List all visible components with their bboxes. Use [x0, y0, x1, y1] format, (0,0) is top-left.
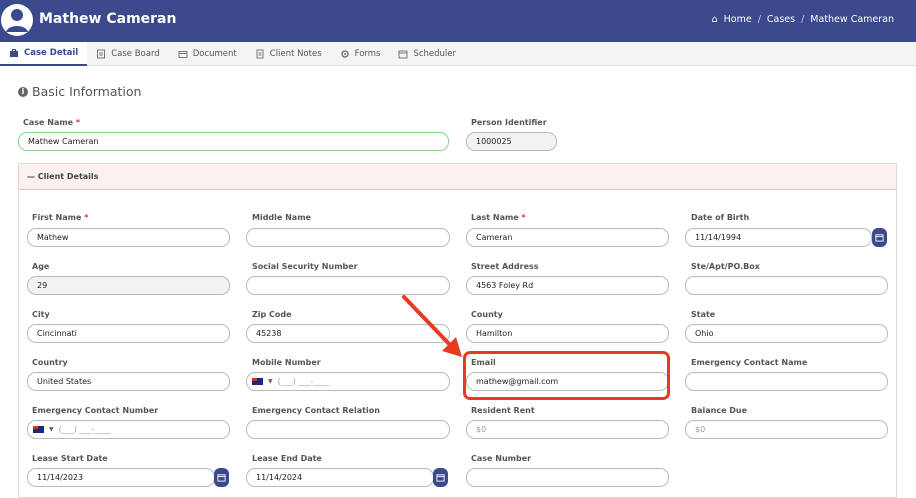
- emergency-contact-relation-label: Emergency Contact Relation: [252, 406, 380, 415]
- date-of-birth-calendar-button[interactable]: [872, 228, 887, 247]
- tab-scheduler[interactable]: Scheduler: [389, 42, 465, 66]
- annotation-arrow-icon: [402, 295, 462, 357]
- emergency-contact-number-input[interactable]: ▼ (___) ___-____: [27, 420, 230, 439]
- emergency-contact-name-input[interactable]: [685, 372, 888, 391]
- country-flag-icon[interactable]: [252, 378, 263, 385]
- mobile-number-label: Mobile Number: [252, 358, 321, 367]
- breadcrumb-cases[interactable]: Cases: [767, 14, 795, 25]
- tab-label: Scheduler: [413, 49, 457, 59]
- breadcrumb-separator: /: [801, 14, 805, 25]
- county-input[interactable]: Hamilton: [466, 324, 669, 343]
- tab-case-board[interactable]: Case Board: [87, 42, 169, 66]
- street-address-input[interactable]: 4563 Foley Rd: [466, 276, 669, 295]
- case-name-input[interactable]: Mathew Cameran: [18, 132, 449, 151]
- tab-document[interactable]: Document: [169, 42, 246, 66]
- lease-start-calendar-button[interactable]: [214, 468, 229, 487]
- calendar-icon: [217, 474, 226, 482]
- tab-client-notes[interactable]: Client Notes: [246, 42, 331, 66]
- client-details-title: — Client Details: [27, 172, 99, 181]
- tab-label: Document: [192, 49, 237, 59]
- case-tabs: Case Detail Case Board Document Client N…: [0, 42, 916, 66]
- apt-input[interactable]: [685, 276, 888, 295]
- section-title-basic-information: i Basic Information: [18, 84, 141, 99]
- apt-label: Ste/Apt/PO.Box: [691, 262, 760, 271]
- balance-due-input[interactable]: $0: [685, 420, 888, 439]
- city-input[interactable]: Cincinnati: [27, 324, 230, 343]
- case-name-label: Case Name *: [23, 118, 81, 127]
- user-avatar-icon[interactable]: [0, 0, 34, 40]
- email-highlight-box: [463, 351, 670, 400]
- lease-end-date-input[interactable]: 11/14/2024: [246, 468, 434, 487]
- tab-label: Case Board: [111, 49, 160, 59]
- calendar-icon: [436, 474, 445, 482]
- info-icon: i: [18, 86, 28, 97]
- middle-name-label: Middle Name: [252, 213, 311, 222]
- page-title: Mathew Cameran: [39, 11, 177, 27]
- lease-start-date-label: Lease Start Date: [32, 454, 108, 463]
- breadcrumb: ⌂ Home / Cases / Mathew Cameran: [712, 14, 894, 25]
- balance-due-placeholder: $0: [695, 425, 706, 434]
- date-of-birth-input[interactable]: 11/14/1994: [685, 228, 872, 247]
- state-label: State: [691, 310, 716, 319]
- case-number-input[interactable]: [466, 468, 669, 487]
- resident-rent-label: Resident Rent: [471, 406, 535, 415]
- last-name-label: Last Name *: [471, 213, 526, 222]
- lease-end-calendar-button[interactable]: [433, 468, 448, 487]
- forms-icon: [340, 50, 349, 58]
- first-name-label: First Name *: [32, 213, 89, 222]
- calendar-icon: [875, 234, 884, 242]
- briefcase-icon: [10, 49, 18, 57]
- section-title-text: Basic Information: [32, 84, 142, 99]
- person-identifier-input: 1000025: [466, 132, 557, 151]
- emergency-contact-relation-input[interactable]: [246, 420, 450, 439]
- country-input[interactable]: United States: [27, 372, 230, 391]
- breadcrumb-separator: /: [757, 14, 761, 25]
- board-icon: [97, 49, 106, 59]
- tab-label: Forms: [354, 49, 381, 59]
- home-icon[interactable]: ⌂: [712, 14, 718, 25]
- folder-icon: [178, 51, 188, 58]
- notes-icon: [256, 49, 264, 59]
- country-label: Country: [32, 358, 68, 367]
- calendar-icon: [398, 50, 408, 59]
- middle-name-input[interactable]: [246, 228, 450, 247]
- zip-code-label: Zip Code: [252, 310, 292, 319]
- breadcrumb-current: Mathew Cameran: [810, 14, 894, 25]
- emergency-contact-name-label: Emergency Contact Name: [691, 358, 808, 367]
- breadcrumb-home[interactable]: Home: [724, 14, 752, 25]
- tab-label: Case Detail: [24, 48, 79, 58]
- tab-label: Client Notes: [269, 49, 322, 59]
- first-name-input[interactable]: Mathew: [27, 228, 230, 247]
- client-details-header[interactable]: — Client Details: [18, 163, 897, 190]
- street-address-label: Street Address: [471, 262, 539, 271]
- emergency-contact-number-label: Emergency Contact Number: [32, 406, 159, 415]
- lease-end-date-label: Lease End Date: [252, 454, 322, 463]
- date-of-birth-label: Date of Birth: [691, 213, 750, 222]
- chevron-down-icon[interactable]: ▼: [268, 378, 273, 385]
- emergency-number-placeholder: (___) ___-____: [58, 425, 111, 434]
- county-label: County: [471, 310, 503, 319]
- top-navbar: Mathew Cameran ⌂ Home / Cases / Mathew C…: [0, 0, 916, 42]
- person-identifier-label: Person Identifier: [471, 118, 547, 127]
- case-number-label: Case Number: [471, 454, 532, 463]
- city-label: City: [32, 310, 50, 319]
- mobile-number-placeholder: (___) ___-____: [277, 377, 330, 386]
- resident-rent-placeholder: $0: [476, 425, 487, 434]
- state-input[interactable]: Ohio: [685, 324, 888, 343]
- resident-rent-input[interactable]: $0: [466, 420, 669, 439]
- age-label: Age: [32, 262, 50, 271]
- lease-start-date-input[interactable]: 11/14/2023: [27, 468, 215, 487]
- tab-case-detail[interactable]: Case Detail: [0, 42, 88, 66]
- last-name-input[interactable]: Cameran: [466, 228, 669, 247]
- chevron-down-icon[interactable]: ▼: [49, 426, 54, 433]
- tab-forms[interactable]: Forms: [331, 42, 390, 66]
- balance-due-label: Balance Due: [691, 406, 748, 415]
- ssn-label: Social Security Number: [252, 262, 358, 271]
- age-input: 29: [27, 276, 230, 295]
- mobile-number-input[interactable]: ▼ (___) ___-____: [246, 372, 450, 391]
- country-flag-icon[interactable]: [33, 426, 44, 433]
